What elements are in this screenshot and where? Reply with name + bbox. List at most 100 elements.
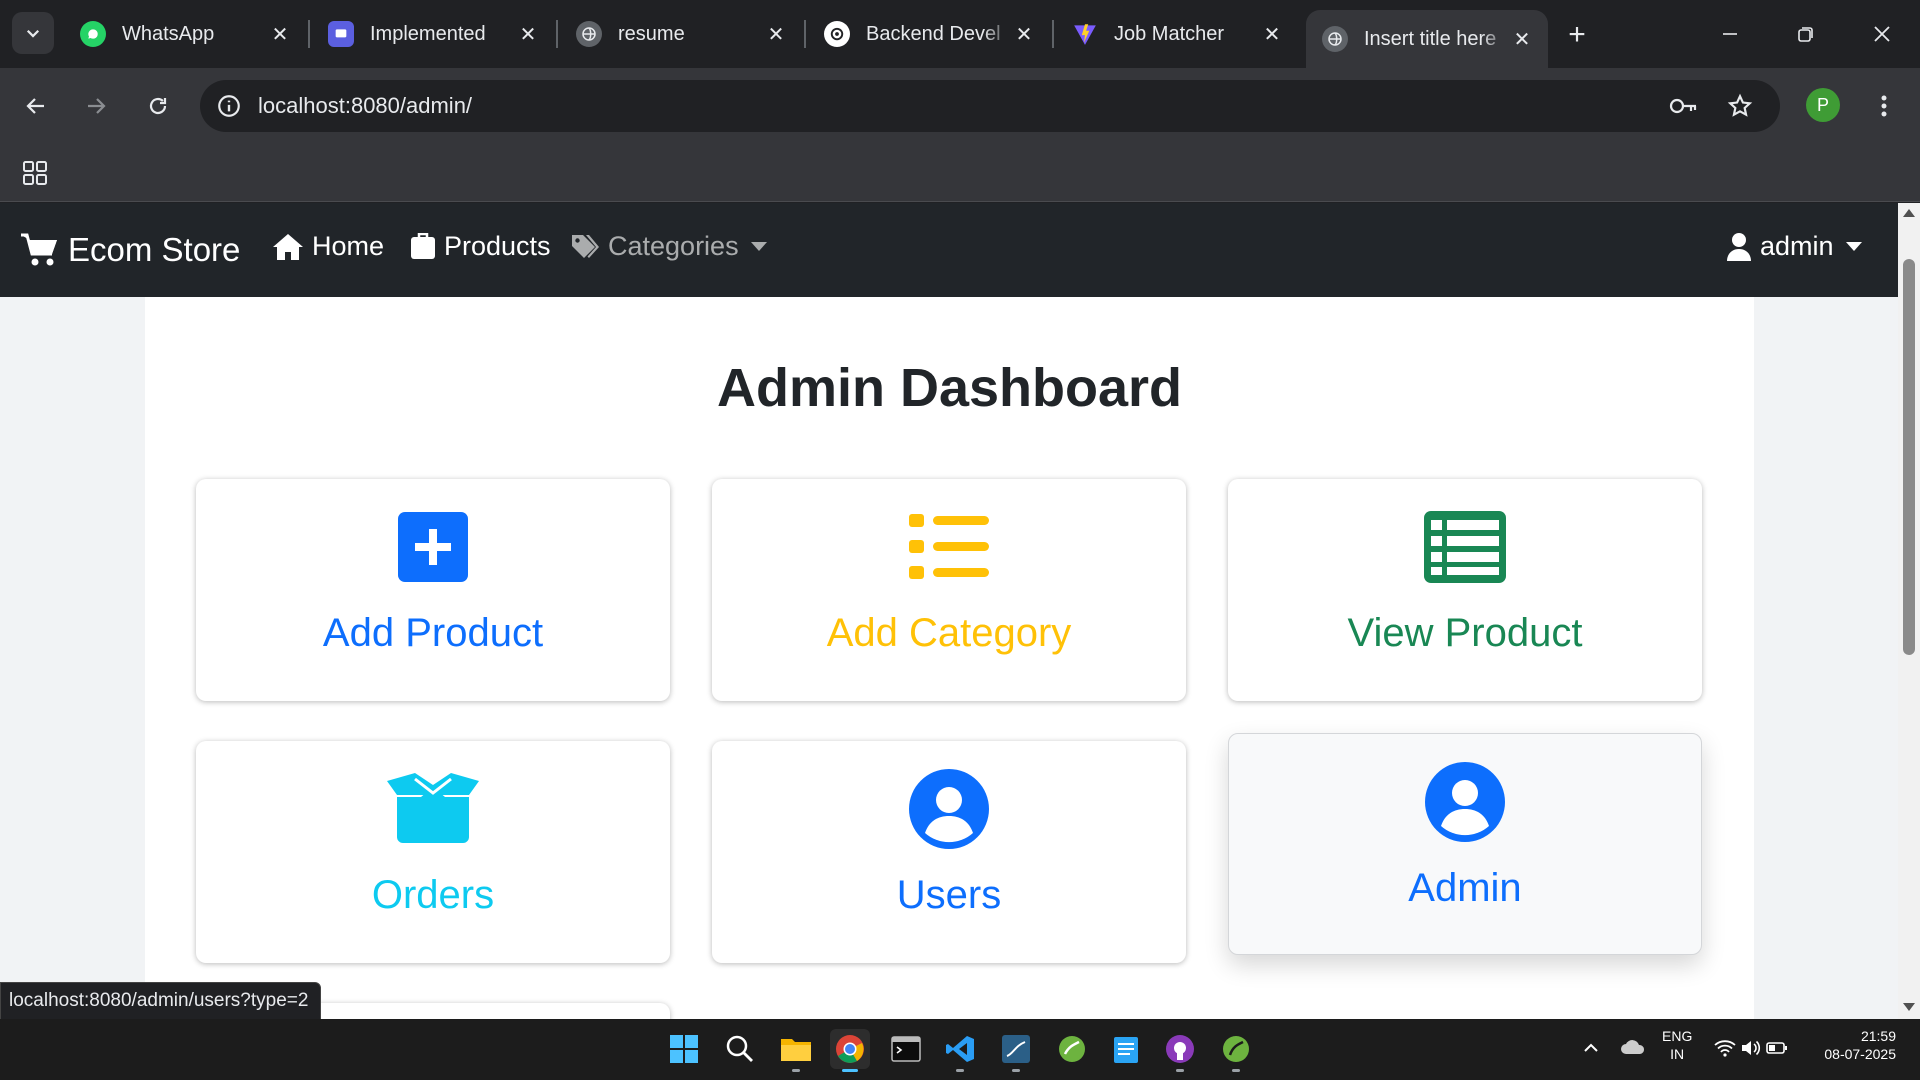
restore-icon xyxy=(1798,27,1813,42)
user-menu-dropdown[interactable]: admin xyxy=(1726,231,1862,262)
app-icon xyxy=(328,21,354,47)
browser-menu-button[interactable] xyxy=(1864,86,1904,126)
box-icon xyxy=(411,232,435,259)
globe-icon xyxy=(1322,26,1348,52)
card-orders[interactable]: Orders xyxy=(196,741,670,963)
wifi-icon xyxy=(1714,1040,1736,1057)
card-label: Orders xyxy=(371,873,495,917)
card-admin[interactable]: Admin xyxy=(1228,733,1702,955)
tab-divider xyxy=(804,20,806,48)
tray-overflow-button[interactable] xyxy=(1582,1039,1600,1061)
file-explorer-icon[interactable] xyxy=(776,1029,816,1072)
tab-whatsapp[interactable]: WhatsApp ✕ xyxy=(64,10,306,58)
user-circle-icon xyxy=(1425,762,1505,842)
tab-title: Backend Devel xyxy=(866,22,1001,45)
tab-job-matcher[interactable]: Job Matcher ✕ xyxy=(1056,10,1298,58)
brand-link[interactable]: Ecom Store xyxy=(20,231,240,269)
back-button[interactable] xyxy=(16,86,56,126)
chevron-up-icon xyxy=(1584,1043,1598,1052)
close-icon[interactable]: ✕ xyxy=(764,22,788,46)
globe-icon xyxy=(576,21,602,47)
nav-categories-dropdown[interactable]: Categories xyxy=(570,231,767,262)
terminal-icon[interactable] xyxy=(886,1029,926,1069)
close-icon[interactable]: ✕ xyxy=(1012,22,1036,46)
tab-backend-developer[interactable]: Backend Devel ✕ xyxy=(808,10,1050,58)
page-viewport: Ecom Store Home Products Categories admi… xyxy=(0,203,1898,1019)
plus-square-icon xyxy=(398,509,468,585)
language-indicator[interactable]: ENG IN xyxy=(1662,1027,1692,1063)
close-icon[interactable]: ✕ xyxy=(1260,22,1284,46)
network-volume-battery[interactable] xyxy=(1714,1039,1788,1061)
close-icon[interactable]: ✕ xyxy=(268,22,292,46)
region-code: IN xyxy=(1670,1046,1685,1062)
dashboard-container: Admin Dashboard Add Product Add Category… xyxy=(145,297,1754,1019)
active-indicator xyxy=(842,1069,858,1072)
list-icon xyxy=(909,509,989,585)
tab-resume[interactable]: resume ✕ xyxy=(560,10,802,58)
tags-icon xyxy=(572,234,599,258)
windows-start-icon[interactable] xyxy=(664,1029,704,1069)
vite-icon xyxy=(1072,21,1098,47)
forward-button[interactable] xyxy=(76,86,116,126)
card-add-product[interactable]: Add Product xyxy=(196,479,670,701)
nav-home[interactable]: Home xyxy=(272,231,384,262)
url-path: :8080/admin/ xyxy=(344,93,473,118)
link-preview-status: localhost:8080/admin/users?type=2 xyxy=(0,982,322,1020)
card-label: Admin xyxy=(1408,866,1522,910)
scroll-thumb[interactable] xyxy=(1903,259,1915,655)
onedrive-icon[interactable] xyxy=(1620,1037,1646,1061)
shopping-cart-icon xyxy=(21,233,57,266)
mysql-workbench-icon[interactable] xyxy=(996,1029,1036,1072)
bookmark-star-button[interactable] xyxy=(1722,88,1758,124)
notepad-icon[interactable] xyxy=(1106,1029,1146,1069)
site-navbar: Ecom Store Home Products Categories admi… xyxy=(0,203,1898,297)
nav-products[interactable]: Products xyxy=(410,231,551,262)
reload-button[interactable] xyxy=(138,86,178,126)
clock[interactable]: 21:59 08-07-2025 xyxy=(1814,1027,1896,1063)
tab-divider xyxy=(308,20,310,48)
arrow-left-icon xyxy=(26,98,44,114)
address-bar[interactable]: localhost:8080/admin/ xyxy=(200,80,1780,132)
minimize-button[interactable] xyxy=(1710,14,1750,54)
clock-time: 21:59 xyxy=(1860,1028,1896,1044)
apps-button[interactable] xyxy=(20,158,50,188)
profile-avatar[interactable]: P xyxy=(1806,88,1840,122)
vscode-icon[interactable] xyxy=(940,1029,980,1072)
brand-name: Ecom Store xyxy=(68,231,241,268)
nav-home-label: Home xyxy=(312,231,385,261)
user-circle-icon xyxy=(909,769,989,849)
close-icon[interactable]: ✕ xyxy=(1510,27,1534,51)
running-indicator xyxy=(1232,1069,1240,1072)
language-code: ENG xyxy=(1662,1028,1693,1044)
url-host: localhost xyxy=(258,93,345,118)
page-scrollbar[interactable] xyxy=(1898,203,1920,1019)
close-icon[interactable]: ✕ xyxy=(516,22,540,46)
info-icon[interactable] xyxy=(216,93,242,119)
table-list-icon xyxy=(1424,509,1506,585)
chrome-icon[interactable] xyxy=(830,1029,870,1072)
running-indicator xyxy=(1012,1069,1020,1072)
running-indicator xyxy=(956,1069,964,1072)
github-desktop-icon[interactable] xyxy=(1160,1029,1200,1072)
card-view-product[interactable]: View Product xyxy=(1228,479,1702,701)
card-users[interactable]: Users xyxy=(712,741,1186,963)
card-add-category[interactable]: Add Category xyxy=(712,479,1186,701)
scroll-down-arrow-icon[interactable] xyxy=(1903,1003,1915,1011)
spring-boot-icon[interactable] xyxy=(1216,1029,1256,1072)
new-tab-button[interactable]: + xyxy=(1560,18,1594,52)
scroll-up-arrow-icon[interactable] xyxy=(1903,209,1915,217)
tab-divider xyxy=(1052,20,1054,48)
search-icon[interactable] xyxy=(720,1029,760,1069)
restore-button[interactable] xyxy=(1786,14,1826,54)
tab-search-button[interactable] xyxy=(12,12,54,54)
window-close-button[interactable] xyxy=(1862,14,1902,54)
tab-divider xyxy=(556,20,558,48)
spring-tools-icon[interactable] xyxy=(1052,1029,1092,1069)
tab-insert-title-active[interactable]: Insert title here ✕ xyxy=(1306,10,1548,68)
tab-implemented[interactable]: Implemented ✕ xyxy=(312,10,554,58)
nav-categories-label: Categories xyxy=(608,231,739,261)
caret-down-icon xyxy=(1845,242,1862,251)
user-icon xyxy=(1727,232,1751,261)
password-key-button[interactable] xyxy=(1666,88,1702,124)
star-icon xyxy=(1727,93,1753,117)
